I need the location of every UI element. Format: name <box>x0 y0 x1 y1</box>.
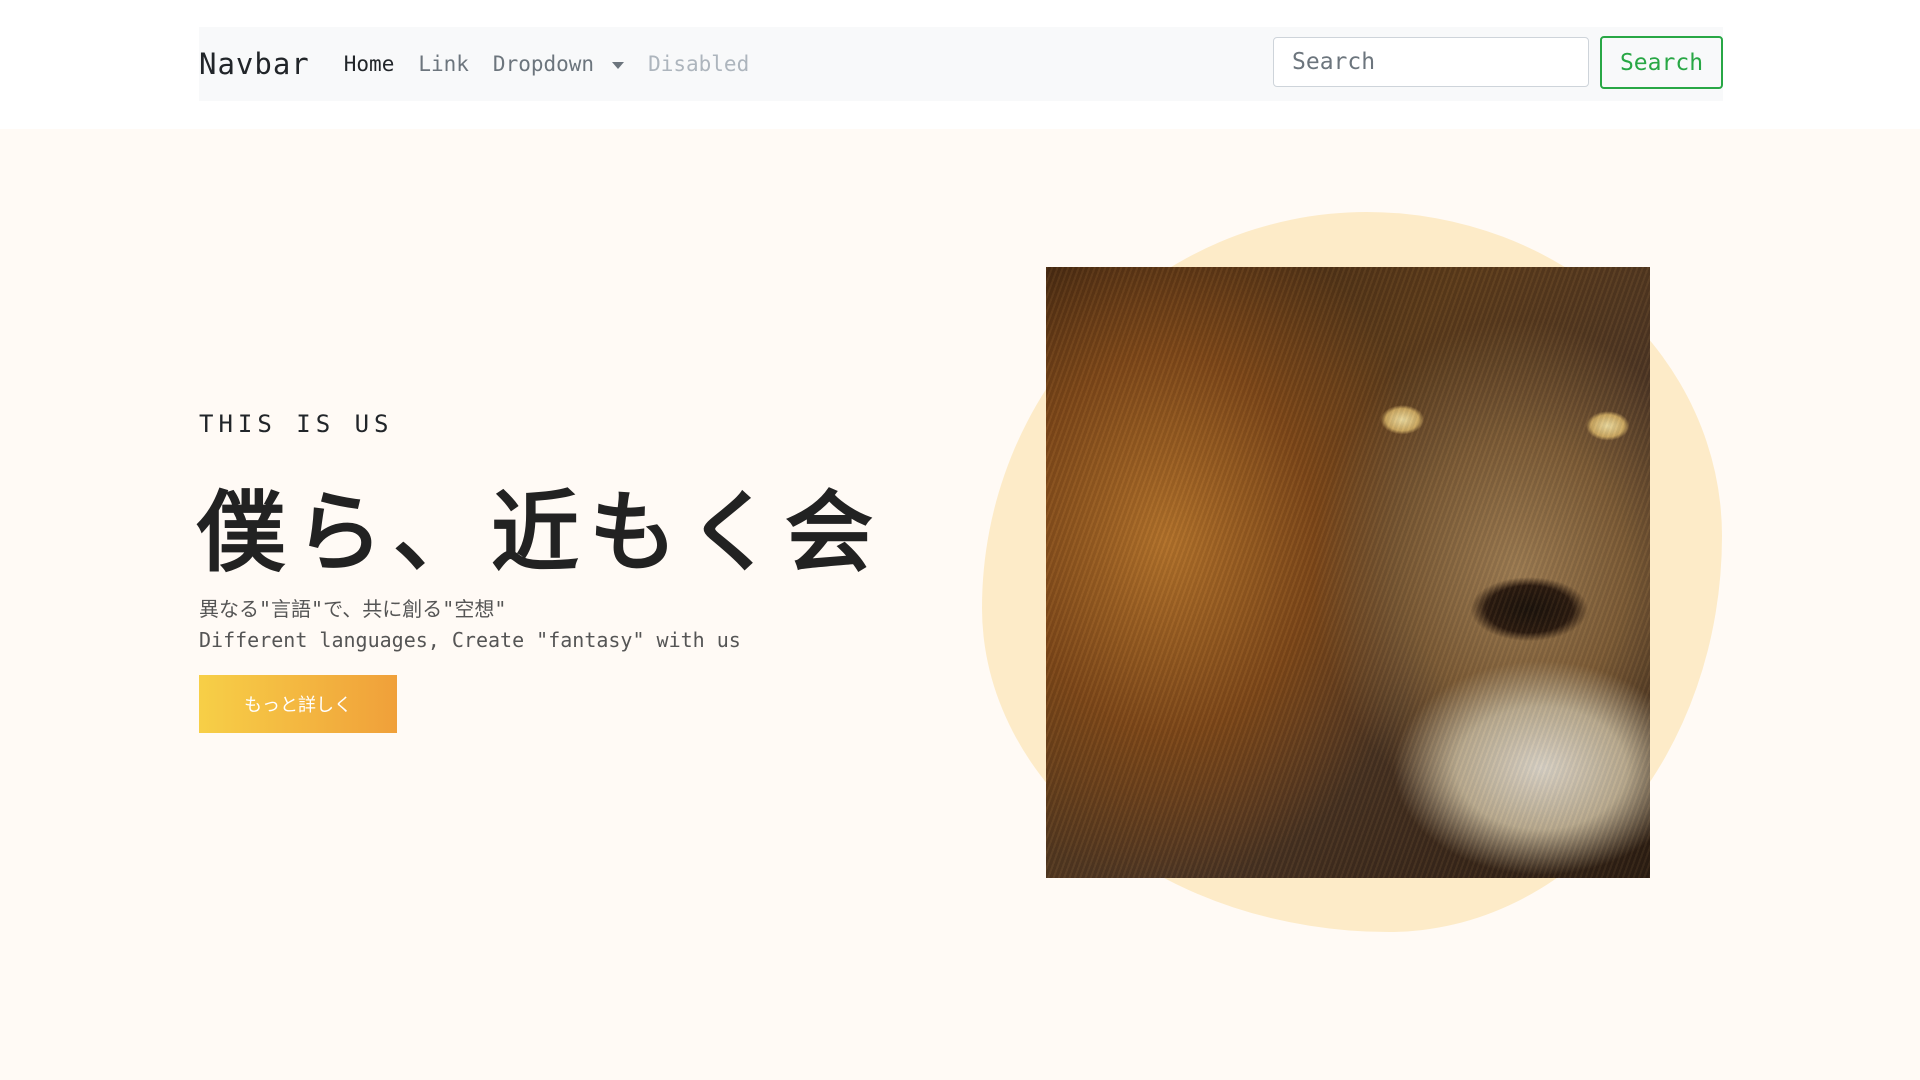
hero-eyebrow: THIS IS US <box>199 410 394 438</box>
learn-more-button[interactable]: もっと詳しく <box>199 675 397 733</box>
navbar: Navbar Home Link Dropdown Disabled Searc… <box>199 27 1723 101</box>
caret-down-icon <box>612 61 625 69</box>
nav-dropdown[interactable]: Dropdown <box>492 52 625 76</box>
hero-subtitle: 異なる"言語"で、共に創る"空想" Different languages, C… <box>199 594 741 656</box>
hero-headline: 僕ら、近もく会 <box>197 481 884 584</box>
nav-link-disabled: Disabled <box>648 52 750 76</box>
search-input[interactable] <box>1273 37 1589 87</box>
nav-link-home[interactable]: Home <box>344 52 395 76</box>
nav-dropdown-label: Dropdown <box>492 52 595 76</box>
hero-subtitle-jp: 異なる"言語"で、共に創る"空想" <box>199 597 507 621</box>
navbar-brand[interactable]: Navbar <box>199 47 310 81</box>
nav-link-link[interactable]: Link <box>418 52 469 76</box>
search-button[interactable]: Search <box>1600 36 1723 89</box>
search-form: Search <box>1273 36 1723 89</box>
lion-photo <box>1046 267 1650 878</box>
hero-subtitle-en: Different languages, Create "fantasy" wi… <box>199 628 741 652</box>
nav-links: Home Link Dropdown Disabled <box>344 52 773 76</box>
